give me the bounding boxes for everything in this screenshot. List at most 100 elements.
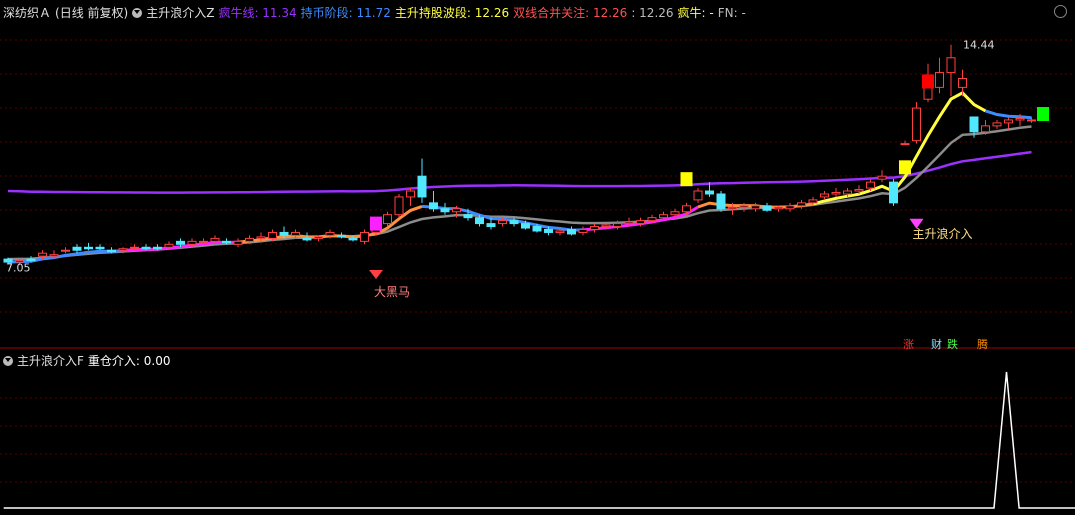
candle-body (647, 217, 657, 222)
candle-body (544, 229, 553, 233)
candle-body (785, 205, 795, 210)
entry-annotation: 主升浪介入 (913, 226, 973, 241)
candle-body (49, 254, 59, 257)
candle-body (348, 237, 358, 241)
indicator-value-item: 主升持股波段: 12.26 (394, 6, 510, 20)
candle-body (912, 107, 921, 142)
signal-badge: 跌 (947, 338, 958, 351)
candle-body (61, 249, 70, 252)
sub-indicator-dropdown-icon[interactable] (3, 356, 13, 366)
signal-square (899, 160, 911, 175)
indicator-value-item: FN: - (717, 6, 746, 20)
candle-body (452, 208, 461, 213)
candle-body (337, 234, 346, 238)
candle-body (314, 236, 323, 239)
candle-body (935, 72, 944, 88)
candle-body (762, 205, 772, 211)
low-price-label: 7.05 (6, 262, 31, 275)
candle-body (877, 175, 887, 180)
candle-body (613, 223, 622, 228)
candle-body (739, 205, 749, 208)
indicator-values: 疯牛线: 11.34 持币阶段: 11.72 主升持股波段: 12.26 双线合并关注… (218, 4, 749, 22)
candle-body (360, 231, 369, 242)
candle-body (406, 190, 415, 198)
candle-body (774, 206, 783, 210)
candle-body (245, 237, 254, 242)
candle-body (601, 224, 611, 228)
candle-body (705, 190, 714, 195)
candle-body (843, 190, 852, 195)
candle-body (26, 258, 36, 262)
candle-body (969, 116, 979, 133)
trend-line-segment (985, 109, 1032, 120)
candle-body (187, 240, 197, 245)
candle-body (164, 243, 174, 248)
candle-body (130, 246, 139, 249)
candle-body (279, 231, 289, 236)
candle-body (636, 220, 645, 225)
candle-body (682, 205, 691, 213)
indicator-dropdown-icon[interactable] (132, 8, 143, 18)
candle-body (866, 181, 875, 189)
candle-body (475, 217, 484, 225)
candle-body (72, 246, 82, 251)
candle-body (222, 240, 231, 244)
indicator-value-item: 疯牛: - (677, 6, 714, 20)
candle-body (659, 214, 668, 219)
main-panel-header: 深纺织Ａ (日线 前复权) 主升浪介入Z 疯牛线: 11.34 持币阶段: 11.… (3, 4, 754, 22)
candle-body (141, 246, 151, 250)
candle-body (992, 122, 1002, 127)
candle-body (84, 246, 93, 250)
candle-body (95, 246, 105, 250)
candle-body (486, 223, 496, 228)
panel-settings-icon[interactable] (1054, 5, 1067, 18)
candle-body (521, 223, 530, 229)
candle-body (578, 229, 588, 233)
signal-badge: 涨 (903, 338, 914, 351)
trend-line-segment (812, 91, 987, 206)
stock-name: 深纺织Ａ (3, 6, 52, 20)
high-price-label: 14.44 (963, 39, 995, 52)
candle-body (567, 229, 576, 235)
candle-body (693, 190, 703, 201)
candle-body (900, 143, 910, 146)
candle-body (463, 214, 473, 219)
signal-square (680, 172, 693, 187)
sub-indicator-value-item: 重仓介入: 0.00 (87, 354, 171, 368)
candle-body (854, 189, 864, 192)
candle-body (797, 202, 806, 207)
candle-body (394, 196, 404, 216)
candle-body (383, 214, 392, 225)
candle-body (118, 248, 128, 251)
candle-body (728, 206, 737, 210)
candle-body (923, 86, 933, 100)
candle-body (107, 249, 116, 253)
sub-panel-header: 主升浪介入F 重仓介入: 0.00 (3, 352, 178, 370)
candle-body (440, 208, 450, 213)
candle-body (624, 221, 634, 225)
signal-square (922, 74, 934, 89)
candle-body (889, 181, 898, 204)
signal-badge: 腾 (977, 338, 988, 351)
candle-body (958, 77, 967, 88)
sub-indicator-values: 重仓介入: 0.00 (88, 352, 175, 370)
candle-body (981, 125, 990, 133)
heavy-entry-line (3, 371, 1075, 509)
candle-body (509, 220, 519, 225)
signal-square (370, 216, 382, 231)
candle-body (1015, 117, 1025, 121)
candle-body (429, 202, 438, 210)
indicator-value-item: : 12.26 (631, 6, 674, 20)
chart-canvas: 14.44 7.05 主升浪介入大黑马 (0, 39, 1075, 509)
candle-body (1004, 119, 1013, 124)
signal-badge: 财 (931, 338, 942, 351)
candle-body (716, 193, 726, 210)
candle-body (302, 237, 312, 241)
candle-body (820, 193, 829, 198)
candle-body (590, 226, 599, 231)
indicator-name[interactable]: 主升浪介入Z (146, 4, 214, 22)
sub-indicator-name[interactable]: 主升浪介入F (17, 352, 84, 370)
candle-body (670, 211, 680, 216)
indicator-value-item: 疯牛线: 11.34 (218, 6, 297, 20)
candle-body (555, 230, 565, 233)
